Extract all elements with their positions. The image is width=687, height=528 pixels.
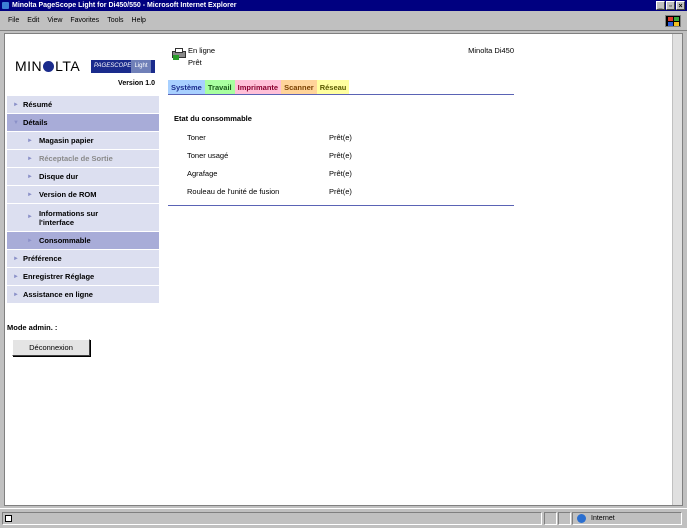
- sidebar: MIN LTA PAGESCOPE Light Version 1.0 ► Rés…: [7, 34, 159, 356]
- row-value: Prêt(e): [329, 150, 352, 160]
- logout-button[interactable]: Déconnexion: [12, 339, 90, 356]
- minolta-logo: MIN LTA: [15, 58, 81, 74]
- windows-logo-icon: [665, 15, 681, 27]
- arrow-right-icon: ►: [27, 155, 33, 162]
- table-row: Rouleau de l'unité de fusion Prêt(e): [168, 182, 514, 200]
- nav-preference[interactable]: ► Préférence: [7, 250, 159, 268]
- nav-enregistrer-reglage[interactable]: ► Enregistrer Réglage: [7, 268, 159, 286]
- page-icon: [5, 515, 12, 522]
- window-title-bar: Minolta PageScope Light for Di450/550 - …: [0, 0, 687, 11]
- row-value: Prêt(e): [329, 168, 352, 178]
- menu-favorites[interactable]: Favorites: [66, 17, 103, 24]
- nav-disque-dur[interactable]: ► Disque dur: [7, 168, 159, 186]
- nav-version-de-rom[interactable]: ► Version de ROM: [7, 186, 159, 204]
- arrow-right-icon: ►: [27, 173, 33, 180]
- arrow-right-icon: ►: [13, 101, 19, 108]
- browser-viewport: MIN LTA PAGESCOPE Light Version 1.0 ► Rés…: [4, 33, 683, 506]
- menu-help[interactable]: Help: [128, 17, 150, 24]
- status-cell: [544, 512, 557, 525]
- printer-icon: [172, 48, 186, 60]
- internet-explorer-icon: [2, 2, 9, 9]
- status-ready: Prêt: [188, 58, 202, 67]
- printer-model: Minolta Di450: [468, 46, 514, 55]
- row-label: Toner usagé: [187, 150, 229, 160]
- security-zone: Internet: [572, 512, 682, 525]
- row-label: Rouleau de l'unité de fusion: [187, 186, 280, 196]
- table-row: Agrafage Prêt(e): [168, 164, 514, 182]
- tab-systeme[interactable]: Système: [168, 80, 205, 94]
- window-title: Minolta PageScope Light for Di450/550 - …: [12, 2, 237, 9]
- arrow-right-icon: ►: [13, 291, 19, 298]
- menu-file[interactable]: File: [4, 17, 23, 24]
- logo-area: MIN LTA PAGESCOPE Light Version 1.0: [7, 34, 159, 96]
- status-cell: [558, 512, 571, 525]
- nav-consommable[interactable]: ► Consommable: [7, 232, 159, 250]
- consumables-table: Toner Prêt(e) Toner usagé Prêt(e) Agrafa…: [168, 128, 514, 200]
- arrow-right-icon: ►: [27, 137, 33, 144]
- close-button[interactable]: ×: [676, 1, 685, 10]
- arrow-right-icon: ►: [27, 237, 33, 244]
- arrow-right-icon: ►: [27, 214, 33, 220]
- status-text-area: [2, 512, 542, 525]
- row-value: Prêt(e): [329, 186, 352, 196]
- version-label: Version 1.0: [118, 80, 155, 87]
- minolta-globe-icon: [43, 61, 55, 72]
- main-content: En ligne Prêt Minolta Di450 Système Trav…: [168, 34, 514, 206]
- nav-magasin-papier[interactable]: ► Magasin papier: [7, 132, 159, 150]
- arrow-right-icon: ►: [27, 191, 33, 198]
- row-label: Agrafage: [187, 168, 218, 178]
- nav-assistance-en-ligne[interactable]: ► Assistance en ligne: [7, 286, 159, 304]
- vertical-scrollbar[interactable]: [672, 34, 682, 505]
- menu-view[interactable]: View: [43, 17, 66, 24]
- maximize-button[interactable]: ▫: [666, 1, 675, 10]
- divider: [168, 205, 514, 206]
- tab-imprimante[interactable]: Imprimante: [234, 80, 282, 94]
- tab-bar: Système Travail Imprimante Scanner Résea…: [168, 80, 514, 95]
- nav-resume[interactable]: ► Résumé: [7, 96, 159, 114]
- menu-bar: File Edit View Favorites Tools Help: [0, 11, 687, 31]
- status-online: En ligne: [188, 46, 216, 55]
- zone-label: Internet: [591, 515, 615, 522]
- table-row: Toner Prêt(e): [168, 128, 514, 146]
- admin-mode-label: Mode admin. :: [7, 323, 58, 332]
- tab-reseau[interactable]: Réseau: [316, 80, 350, 94]
- menu-tools[interactable]: Tools: [103, 17, 127, 24]
- window-controls: _ ▫ ×: [656, 1, 685, 10]
- status-bar: Internet: [0, 508, 687, 528]
- pagescope-light-badge: PAGESCOPE Light: [91, 60, 155, 73]
- arrow-right-icon: ►: [13, 273, 19, 280]
- nav-details[interactable]: ▼ Détails: [7, 114, 159, 132]
- row-value: Prêt(e): [329, 132, 352, 142]
- arrow-down-icon: ▼: [13, 119, 19, 126]
- arrow-right-icon: ►: [13, 255, 19, 262]
- tab-scanner[interactable]: Scanner: [281, 80, 317, 94]
- globe-icon: [577, 514, 586, 523]
- nav-informations-interface[interactable]: ► Informations sur l'interface: [7, 204, 159, 232]
- table-row: Toner usagé Prêt(e): [168, 146, 514, 164]
- printer-status: En ligne Prêt Minolta Di450: [168, 34, 514, 80]
- menu-edit[interactable]: Edit: [23, 17, 43, 24]
- row-label: Toner: [187, 132, 206, 142]
- minimize-button[interactable]: _: [656, 1, 665, 10]
- nav-receptacle-de-sortie[interactable]: ► Réceptacle de Sortie: [7, 150, 159, 168]
- section-title: Etat du consommable: [174, 114, 252, 123]
- tab-travail[interactable]: Travail: [204, 80, 235, 94]
